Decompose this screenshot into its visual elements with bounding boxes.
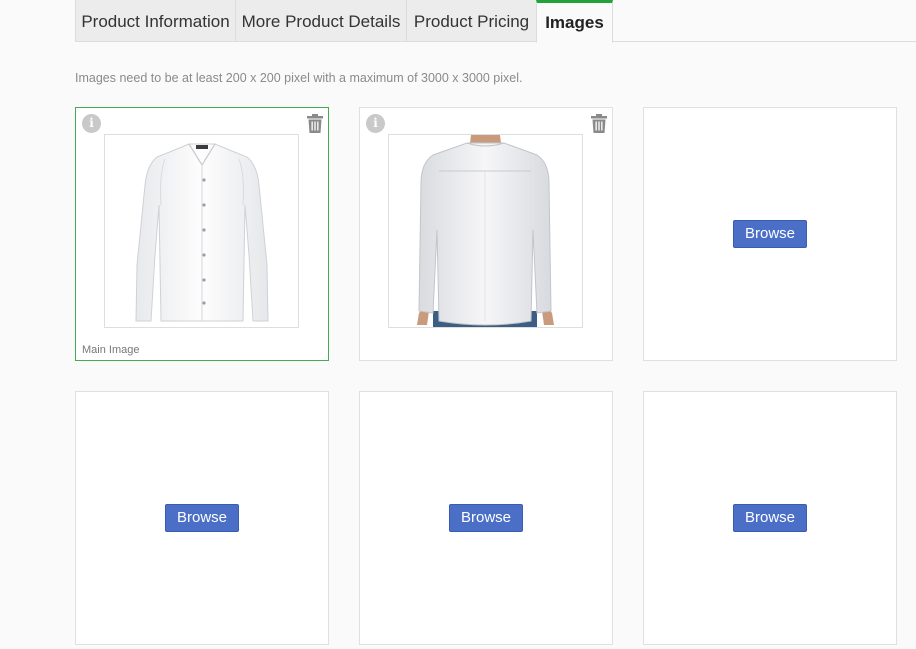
trash-icon[interactable]	[307, 114, 323, 133]
tab-product-pricing[interactable]: Product Pricing	[406, 0, 537, 42]
trash-icon[interactable]	[591, 114, 607, 133]
tab-bar: Product Information More Product Details…	[75, 0, 916, 43]
shirt-back-image	[388, 134, 583, 328]
browse-button[interactable]: Browse	[448, 504, 524, 532]
info-icon[interactable]: i	[82, 114, 101, 133]
tab-images[interactable]: Images	[536, 0, 613, 43]
browse-button[interactable]: Browse	[732, 220, 808, 248]
tab-more-product-details[interactable]: More Product Details	[235, 0, 407, 42]
tab-product-information[interactable]: Product Information	[75, 0, 236, 42]
shirt-front-image	[104, 134, 299, 328]
browse-button[interactable]: Browse	[164, 504, 240, 532]
image-requirements-hint: Images need to be at least 200 x 200 pix…	[75, 71, 523, 85]
image-slot-6: Browse	[643, 391, 897, 645]
image-slot-3: Browse	[643, 107, 897, 361]
browse-button[interactable]: Browse	[732, 504, 808, 532]
info-icon[interactable]: i	[366, 114, 385, 133]
image-slot-5: Browse	[359, 391, 613, 645]
image-slot-main: i Main Image	[75, 107, 329, 361]
main-image-caption: Main Image	[82, 344, 140, 356]
image-slot-4: Browse	[75, 391, 329, 645]
image-slot-2: i	[359, 107, 613, 361]
